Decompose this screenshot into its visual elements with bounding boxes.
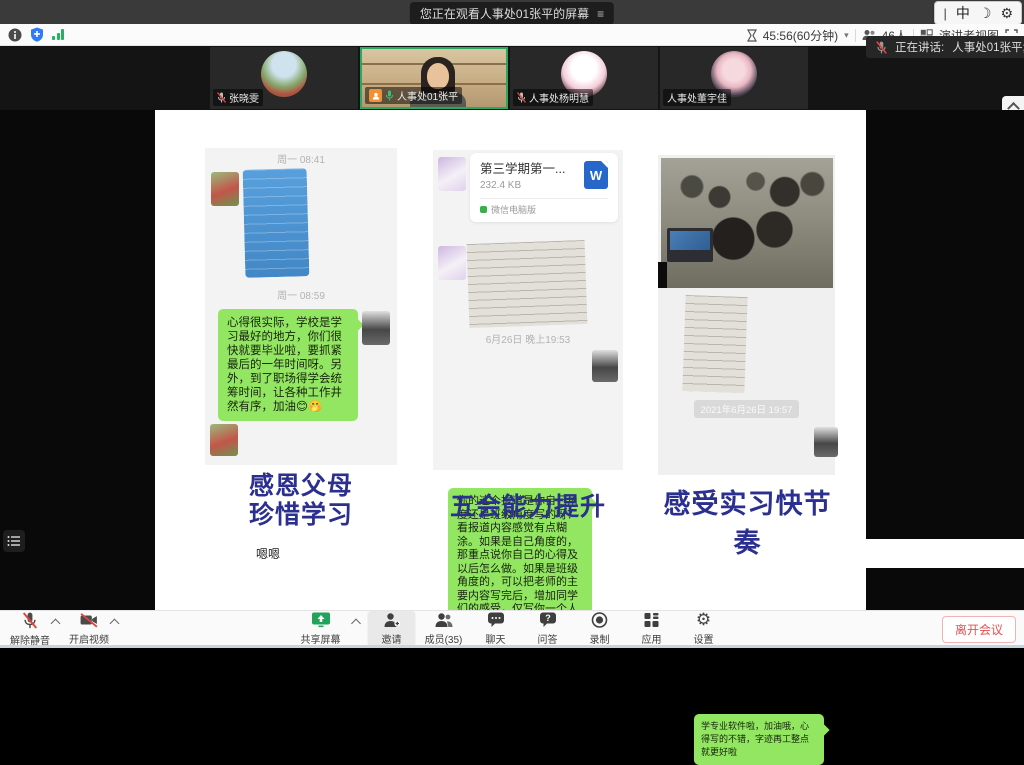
- meeting-timer: 45:56(60分钟): [763, 27, 838, 44]
- photo-edge-bar: [658, 262, 667, 288]
- share-options-chevron[interactable]: [351, 619, 361, 629]
- divider: [855, 29, 856, 42]
- svg-text:?: ?: [545, 613, 551, 623]
- speaking-name: 人事处01张平;: [952, 39, 1024, 55]
- side-panel-toggle-button[interactable]: [3, 530, 25, 552]
- notebook-photo: [243, 168, 310, 278]
- list-icon: [7, 535, 21, 547]
- participant-name: 人事处董宇佳: [667, 90, 727, 105]
- avatar: [814, 427, 838, 457]
- unmute-button[interactable]: 解除静音: [10, 612, 50, 647]
- handwritten-note-photo: [467, 240, 588, 328]
- ime-panel[interactable]: | 中 ☽ ⚙: [934, 1, 1022, 25]
- meeting-window: 您正在观看人事处01张平的屏幕 ≡ | 中 ☽ ⚙ 45:56(60分钟) ▾: [0, 0, 1024, 648]
- caption-3: 感受实习快节奏: [650, 482, 845, 560]
- divider: [480, 198, 608, 199]
- avatar: [210, 424, 238, 456]
- host-badge-icon: [369, 89, 382, 102]
- text-cursor-icon: |: [943, 6, 946, 21]
- gear-icon: ⚙: [696, 612, 711, 628]
- handwritten-note-photo: [682, 295, 747, 393]
- invite-button[interactable]: 邀请: [368, 611, 416, 647]
- avatar: [438, 157, 466, 191]
- speaking-label: 正在讲话:: [895, 39, 944, 55]
- participant-name-chip: 张晓雯: [213, 89, 263, 106]
- mute-options-chevron[interactable]: [51, 619, 61, 629]
- chat-message-bubble: 心得很实际，学校是学习最好的地方，你们很快就要毕业啦，要抓紧最后的一年时间呀。另…: [218, 309, 358, 421]
- network-signal-icon[interactable]: [52, 29, 64, 40]
- record-icon: [592, 612, 608, 628]
- apps-button[interactable]: 应用: [632, 612, 672, 646]
- leave-meeting-button[interactable]: 离开会议: [942, 616, 1016, 643]
- wechat-pc-icon: [480, 206, 487, 213]
- participant-name: 人事处01张平: [397, 88, 458, 103]
- apps-grid-icon: [644, 612, 660, 628]
- video-tile[interactable]: 张晓雯: [210, 47, 358, 109]
- meeting-info-icon[interactable]: [8, 28, 22, 42]
- speaking-indicator: 正在讲话: 人事处01张平;: [866, 36, 1024, 58]
- classroom-photo: [661, 158, 833, 288]
- chat-timestamp: 周一 08:41: [205, 151, 397, 166]
- chat-timestamp: 6月26日 晚上19:53: [433, 331, 623, 346]
- file-message-card[interactable]: 第三学期第一... 232.4 KB W 微信电脑版: [470, 153, 618, 222]
- file-size: 232.4 KB: [480, 180, 565, 191]
- video-tile-active-speaker[interactable]: 人事处01张平: [360, 47, 508, 109]
- mic-muted-icon: [22, 612, 38, 629]
- question-bubble-icon: ?: [539, 612, 556, 628]
- start-video-button[interactable]: 开启视频: [69, 612, 109, 646]
- word-file-icon: W: [584, 161, 608, 189]
- watching-banner[interactable]: 您正在观看人事处01张平的屏幕 ≡: [410, 2, 614, 25]
- titlebar-left-icons: [8, 27, 64, 42]
- qa-button[interactable]: ? 问答: [528, 612, 568, 646]
- watching-banner-text: 您正在观看人事处01张平的屏幕: [420, 5, 589, 22]
- mic-muted-icon: [517, 92, 526, 103]
- caption-2: 五会能力提升: [433, 487, 623, 523]
- video-tile[interactable]: 人事处董宇佳: [660, 47, 808, 109]
- gear-icon[interactable]: ⚙: [1000, 5, 1013, 22]
- participant-name: 张晓雯: [229, 90, 259, 105]
- members-icon: [434, 612, 453, 628]
- video-options-chevron[interactable]: [110, 619, 120, 629]
- avatar: [211, 172, 239, 206]
- share-screen-icon: [311, 612, 330, 628]
- invite-person-icon: [383, 612, 400, 628]
- participant-name-chip: 人事处董宇佳: [663, 89, 731, 106]
- chat-timestamp: 周一 08:59: [205, 287, 397, 302]
- caption-1: 感恩父母 珍惜学习: [205, 472, 397, 530]
- avatar: [261, 51, 307, 97]
- share-screen-button[interactable]: 共享屏幕: [301, 612, 341, 646]
- chat-message-bubble: 学专业软件啦，加油哦，心得写的不错，字迹再工整点就更好啦: [694, 714, 824, 765]
- participant-name-chip: 人事处01张平: [365, 87, 462, 104]
- chat-button[interactable]: 聊天: [476, 612, 516, 646]
- settings-button[interactable]: ⚙ 设置: [684, 612, 724, 646]
- chat-reply-bubble: 嗯嗯: [246, 539, 1024, 568]
- avatar: [592, 350, 618, 382]
- chat-timestamp: 2021年6月26日 19:57: [658, 400, 835, 418]
- participant-name: 人事处杨明慧: [529, 90, 589, 105]
- hourglass-icon: [747, 29, 757, 42]
- file-source: 微信电脑版: [491, 203, 536, 216]
- video-tile[interactable]: 人事处杨明慧: [510, 47, 658, 109]
- chat-bubble-icon: [487, 612, 504, 628]
- avatar: [362, 311, 390, 345]
- camera-off-icon: [80, 612, 98, 628]
- record-button[interactable]: 录制: [580, 612, 620, 646]
- top-banner-bar: 您正在观看人事处01张平的屏幕 ≡: [0, 0, 1024, 24]
- mic-muted-icon: [217, 92, 226, 103]
- mic-active-icon: [385, 90, 394, 101]
- security-shield-icon[interactable]: [30, 27, 44, 42]
- timer-dropdown-icon[interactable]: ▾: [844, 30, 849, 41]
- toolbar-left-group: 解除静音 开启视频: [10, 612, 118, 647]
- ime-lang-indicator[interactable]: 中: [956, 3, 970, 23]
- file-title: 第三学期第一...: [480, 161, 565, 177]
- mic-muted-icon: [876, 41, 887, 54]
- banner-menu-icon[interactable]: ≡: [597, 7, 604, 21]
- avatar: [438, 246, 466, 280]
- participant-name-chip: 人事处杨明慧: [513, 89, 593, 106]
- toolbar-center-group: 共享屏幕 邀请 成员(35) 聊天: [301, 612, 724, 646]
- members-button[interactable]: 成员(35): [424, 612, 464, 646]
- moon-icon[interactable]: ☽: [979, 5, 992, 22]
